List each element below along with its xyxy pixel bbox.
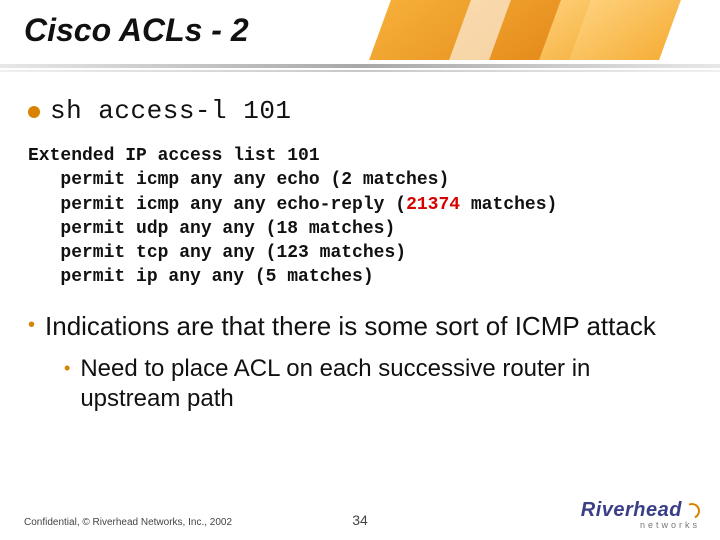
logo-name: Riverhead — [581, 499, 682, 521]
divider — [0, 64, 720, 72]
acl-line: permit udp any any (18 matches) — [28, 219, 395, 239]
bullet-text: Need to place ACL on each successive rou… — [80, 354, 692, 414]
bullet-icon: • — [28, 310, 35, 340]
acl-highlight: 21374 — [406, 195, 460, 215]
acl-line: permit icmp any any echo (2 matches) — [28, 170, 449, 190]
acl-header: Extended IP access list 101 — [28, 146, 320, 166]
bullet-text: Indications are that there is some sort … — [45, 310, 656, 343]
header-decoration — [380, 0, 680, 70]
acl-line: permit ip any any (5 matches) — [28, 267, 374, 287]
slide-title: Cisco ACLs - 2 — [24, 12, 249, 49]
bullet-level2: • Need to place ACL on each successive r… — [64, 354, 692, 414]
acl-line: permit icmp any any echo-reply (21374 ma… — [28, 195, 557, 215]
slide-content: sh access-l 101 Extended IP access list … — [28, 96, 692, 414]
bullet-icon: • — [64, 354, 70, 382]
bullet-level1: • Indications are that there is some sor… — [28, 310, 692, 343]
footer-text: Confidential, © Riverhead Networks, Inc.… — [24, 517, 232, 528]
command-text: sh access-l 101 — [50, 96, 292, 126]
bullet-icon — [28, 106, 40, 118]
logo-arc-icon — [682, 500, 703, 521]
acl-line: permit tcp any any (123 matches) — [28, 243, 406, 263]
logo: Riverhead networks — [581, 499, 700, 530]
acl-output: Extended IP access list 101 permit icmp … — [28, 144, 692, 290]
slide: Cisco ACLs - 2 sh access-l 101 Extended … — [0, 0, 720, 540]
page-number: 34 — [352, 512, 368, 528]
command-bullet: sh access-l 101 — [28, 96, 692, 126]
